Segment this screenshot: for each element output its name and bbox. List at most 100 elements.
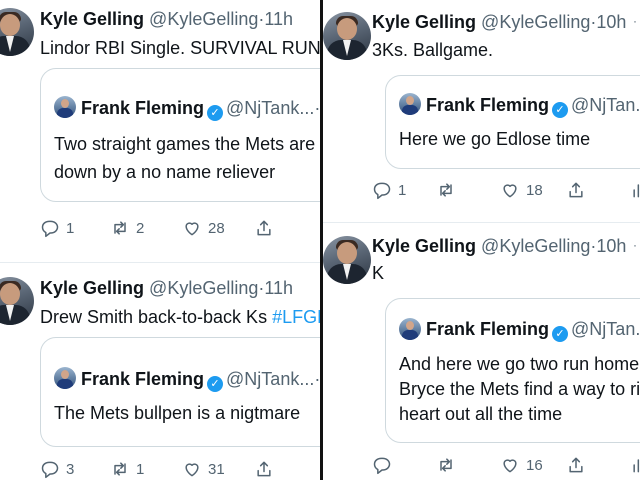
avatar[interactable] — [323, 236, 371, 284]
quoted-text-line: down by a no name reliever — [54, 162, 276, 182]
share-icon — [257, 220, 271, 236]
analytics-icon — [633, 184, 640, 198]
retweet-button[interactable]: 1 — [110, 459, 144, 479]
like-button[interactable]: 18 — [500, 180, 543, 200]
reply-count: 1 — [398, 181, 407, 199]
timestamp[interactable]: 10h — [596, 236, 626, 256]
retweet-icon — [440, 458, 452, 472]
tweet-text: K — [372, 263, 385, 283]
quoted-author-name: Frank Fleming — [426, 95, 550, 115]
tweet-text-body: Drew Smith back-to-back Ks — [40, 307, 268, 327]
quoted-avatar — [54, 367, 76, 389]
tweet-card[interactable]: Kyle Gelling @KyleGelling·10h · K Frank … — [323, 223, 640, 480]
author-name[interactable]: Kyle Gelling — [372, 236, 476, 256]
quoted-author-name: Frank Fleming — [426, 319, 550, 339]
quoted-header: Frank Fleming✓@NjTank...·11h — [81, 97, 320, 121]
reply-button[interactable]: 1 — [372, 180, 406, 200]
author-handle[interactable]: @KyleGelling — [481, 236, 590, 256]
reply-button[interactable] — [372, 455, 392, 475]
quoted-text-line: And here we go two run home run by — [399, 354, 640, 374]
action-bar: 1 18 — [372, 180, 640, 204]
heart-icon — [503, 459, 517, 473]
reply-icon — [373, 457, 391, 475]
tweet-header: Kyle Gelling @KyleGelling·10h — [372, 11, 626, 33]
quoted-tweet[interactable]: Frank Fleming✓@NjTan...·10h And here we … — [385, 298, 640, 443]
tweet-card[interactable]: Kyle Gelling @KyleGelling·10h · 3Ks. Bal… — [323, 0, 640, 222]
share-icon — [569, 457, 583, 473]
quoted-author-handle: @NjTan... — [571, 319, 640, 339]
action-bar: 16 — [372, 455, 640, 479]
avatar[interactable] — [0, 8, 34, 56]
retweet-icon — [440, 183, 452, 197]
tweet-text: Drew Smith back-to-back Ks #LFGM — [40, 304, 320, 330]
quoted-author-handle: @NjTan... — [571, 95, 640, 115]
author-name[interactable]: Kyle Gelling — [40, 278, 144, 298]
reply-button[interactable]: 3 — [40, 459, 74, 479]
retweet-icon — [114, 462, 126, 476]
retweet-icon — [114, 221, 126, 235]
tweet-header: Kyle Gelling @KyleGelling·10h — [372, 235, 626, 257]
author-name[interactable]: Kyle Gelling — [372, 12, 476, 32]
analytics-button[interactable] — [630, 455, 640, 475]
author-handle[interactable]: @KyleGelling — [481, 12, 590, 32]
like-count: 31 — [208, 460, 225, 478]
share-button[interactable] — [254, 218, 274, 238]
reply-button[interactable]: 1 — [40, 218, 74, 238]
reply-icon — [373, 182, 391, 200]
more-options-icon[interactable]: · — [633, 14, 637, 28]
quoted-header: Frank Fleming✓@NjTan...·10h — [426, 318, 640, 342]
quoted-header: Frank Fleming✓@NjTank...·11h — [81, 368, 320, 392]
quoted-author-handle: @NjTank... — [226, 98, 315, 118]
share-button[interactable] — [254, 459, 274, 479]
like-button[interactable]: 28 — [182, 218, 225, 238]
share-button[interactable] — [566, 455, 586, 475]
verified-badge-icon: ✓ — [552, 102, 569, 118]
avatar[interactable] — [0, 277, 34, 325]
analytics-button[interactable] — [630, 180, 640, 200]
share-icon — [569, 182, 583, 198]
avatar[interactable] — [323, 12, 371, 60]
reply-icon — [41, 461, 59, 479]
quoted-author-name: Frank Fleming — [81, 369, 205, 389]
quoted-header: Frank Fleming✓@NjTan...·10h — [426, 94, 640, 118]
quoted-tweet[interactable]: Frank Fleming✓@NjTan...·10h Here we go E… — [385, 75, 640, 169]
share-icon — [257, 461, 271, 477]
like-count: 18 — [526, 181, 543, 199]
retweet-button[interactable] — [436, 180, 456, 200]
action-bar: 3 1 31 — [40, 459, 320, 480]
tweet-header: Kyle Gelling @KyleGelling·11h — [40, 8, 293, 30]
quoted-avatar — [399, 318, 421, 340]
tweet-text: Lindor RBI Single. SURVIVAL RUN — [40, 38, 320, 58]
timestamp[interactable]: 10h — [596, 12, 626, 32]
timestamp[interactable]: 11h — [264, 278, 293, 298]
action-bar: 1 2 28 — [40, 218, 320, 242]
heart-icon — [185, 463, 199, 477]
like-button[interactable]: 16 — [500, 455, 543, 475]
retweet-button[interactable] — [436, 455, 456, 475]
reply-count: 3 — [66, 460, 75, 478]
quoted-text-line: The Mets bullpen is a nigtmare — [54, 403, 301, 423]
analytics-icon — [633, 459, 640, 473]
retweet-count: 2 — [136, 219, 145, 237]
quoted-tweet[interactable]: Frank Fleming✓@NjTank...·11h Two straigh… — [40, 68, 320, 202]
author-name[interactable]: Kyle Gelling — [40, 9, 144, 29]
more-options-icon[interactable]: · — [633, 238, 637, 252]
timestamp[interactable]: 11h — [264, 9, 293, 29]
hashtag-link[interactable]: #LFGM — [272, 307, 320, 327]
quoted-avatar — [399, 93, 421, 115]
author-handle[interactable]: @KyleGelling — [149, 278, 258, 298]
like-button[interactable]: 31 — [182, 459, 225, 479]
author-handle[interactable]: @KyleGelling — [149, 9, 258, 29]
retweet-count: 1 — [136, 460, 145, 478]
share-button[interactable] — [566, 180, 586, 200]
tweet-card[interactable]: Kyle Gelling @KyleGelling·11h Drew Smith… — [0, 263, 320, 480]
heart-icon — [503, 184, 517, 198]
heart-icon — [185, 222, 199, 236]
like-count: 16 — [526, 456, 543, 474]
reply-count: 1 — [66, 219, 75, 237]
quoted-tweet[interactable]: Frank Fleming✓@NjTank...·11h The Mets bu… — [40, 337, 320, 447]
verified-badge-icon: ✓ — [207, 105, 224, 121]
tweet-card[interactable]: Kyle Gelling @KyleGelling·11h Lindor RBI… — [0, 0, 320, 262]
retweet-button[interactable]: 2 — [110, 218, 144, 238]
quoted-text-line: heart out all the time — [399, 404, 563, 424]
